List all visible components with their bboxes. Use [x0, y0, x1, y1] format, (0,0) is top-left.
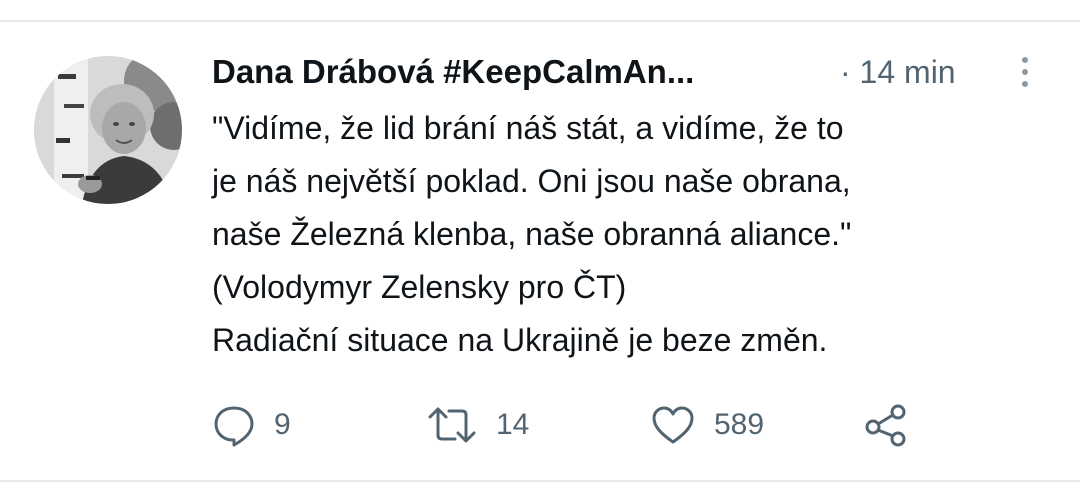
share-button[interactable]: [864, 400, 908, 450]
reply-count: 9: [274, 408, 291, 441]
avatar[interactable]: [34, 56, 182, 204]
reply-button[interactable]: 9: [212, 400, 291, 450]
tweet-meta: · 14 min: [840, 50, 956, 94]
avatar-photo: [34, 56, 182, 204]
more-vertical-icon[interactable]: [1012, 54, 1038, 90]
tweet-text-line: Radiační situace na Ukrajině je beze změ…: [212, 322, 828, 358]
tweet-text: "Vidíme, že lid brání náš stát, a vidíme…: [212, 102, 1042, 367]
bottom-divider: [0, 480, 1080, 482]
tweet-text-line: "Vidíme, že lid brání náš stát, a vidíme…: [212, 110, 844, 146]
tweet-text-line: naše Železná klenba, naše obranná alianc…: [212, 216, 852, 252]
share-icon: [865, 404, 906, 447]
comment-bubble-icon: [214, 406, 254, 447]
retweet-icon: [428, 407, 476, 443]
retweet-count: 14: [496, 408, 530, 441]
tweet-text-line: je náš největší poklad. Oni jsou naše ob…: [212, 163, 851, 199]
like-count: 589: [714, 408, 765, 441]
retweet-button[interactable]: 14: [426, 400, 529, 450]
tweet-timestamp[interactable]: 14 min: [860, 54, 956, 90]
tweet-actions: 9 14 589: [212, 400, 1042, 450]
tweet-header: Dana Drábová #KeepCalmAn... · 14 min: [212, 50, 1042, 94]
author-name[interactable]: Dana Drábová #KeepCalmAn...: [212, 50, 694, 94]
top-divider: [0, 20, 1080, 22]
like-button[interactable]: 589: [650, 400, 764, 450]
tweet-text-line: (Volodymyr Zelensky pro ČT): [212, 269, 627, 305]
separator-dot: ·: [840, 54, 851, 90]
heart-icon: [652, 406, 694, 444]
